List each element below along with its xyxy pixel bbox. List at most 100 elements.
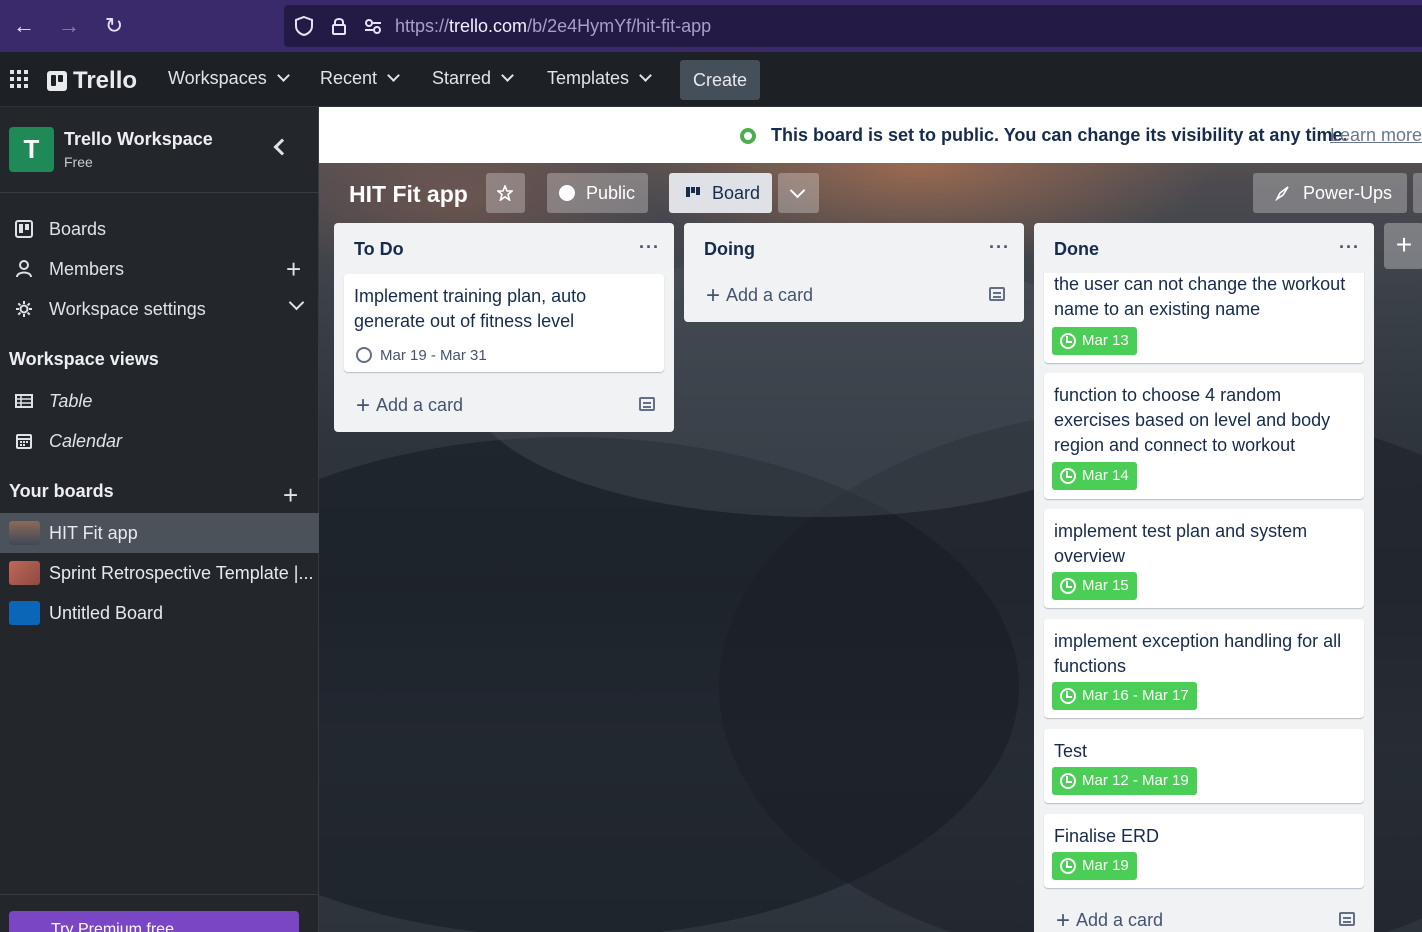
workspace-avatar[interactable]: T: [9, 127, 54, 172]
power-ups-button[interactable]: Power-Ups: [1253, 173, 1407, 213]
menu-workspaces[interactable]: Workspaces: [168, 68, 290, 89]
address-bar[interactable]: https://trello.com/b/2e4HymYf/hit-fit-ap…: [284, 5, 1422, 47]
board-name: HIT Fit app: [49, 523, 138, 543]
reload-icon[interactable]: ↻: [102, 14, 126, 38]
list-actions-icon[interactable]: ···: [1339, 237, 1360, 258]
learn-more-link[interactable]: Learn more: [1330, 125, 1422, 146]
card[interactable]: implement test plan and system overview …: [1044, 509, 1364, 608]
add-card-button[interactable]: + Add a card: [1056, 905, 1163, 932]
sidebar-item-label: Table: [49, 391, 93, 411]
list-title[interactable]: Done: [1054, 239, 1099, 260]
sidebar-item-workspace-settings[interactable]: Workspace settings: [0, 291, 319, 327]
workspace-plan: Free: [64, 154, 93, 170]
add-card-button[interactable]: + Add a card: [356, 390, 464, 419]
view-switcher-button[interactable]: [778, 173, 819, 213]
url-host: trello.com: [449, 16, 528, 36]
table-icon: [15, 394, 33, 408]
menu-templates-label: Templates: [547, 68, 630, 88]
due-date-badge: Mar 19: [1052, 852, 1137, 880]
sidebar-item-boards[interactable]: Boards: [0, 211, 319, 247]
list-title[interactable]: To Do: [354, 239, 404, 260]
due-date-text: Mar 15: [1082, 577, 1129, 594]
browser-toolbar: ← → ↻ https://trello.com/b/2e4HymYf/hit-…: [0, 0, 1422, 52]
sidebar-board-sprint-retrospective[interactable]: Sprint Retrospective Template |...: [0, 553, 319, 593]
add-card-button[interactable]: + Add a card: [706, 280, 814, 309]
menu-templates[interactable]: Templates: [547, 68, 652, 89]
globe-icon: [559, 185, 575, 201]
card-title: Test: [1054, 741, 1088, 761]
card-title: implement exception handling for all fun…: [1054, 631, 1342, 676]
trello-logo-text: Trello: [73, 67, 138, 94]
try-premium-button[interactable]: Try Premium free: [9, 911, 299, 932]
board-menu-button[interactable]: [1413, 173, 1422, 213]
list-done: Done ··· the user can not change the wor…: [1034, 223, 1374, 932]
clock-icon: [1060, 468, 1076, 484]
create-board-plus-icon[interactable]: +: [283, 482, 298, 508]
due-date-text: Mar 14: [1082, 467, 1129, 484]
sidebar-item-calendar[interactable]: Calendar: [0, 423, 319, 459]
chevron-down-icon[interactable]: [288, 294, 305, 311]
create-button[interactable]: Create: [680, 60, 760, 100]
sidebar-board-hit-fit-app[interactable]: HIT Fit app: [0, 513, 319, 553]
url-prefix: https://: [395, 16, 450, 36]
card[interactable]: the user can not change the workout name…: [1044, 273, 1364, 363]
add-member-plus-icon[interactable]: +: [286, 256, 301, 282]
due-date-text: Mar 12 - Mar 19: [1082, 772, 1189, 789]
chevron-down-icon: [501, 69, 514, 82]
back-arrow-icon[interactable]: ←: [12, 14, 36, 38]
star-board-button[interactable]: [486, 173, 525, 213]
add-card-label: Add a card: [726, 285, 814, 305]
card-template-icon[interactable]: [989, 287, 1005, 301]
visibility-label: Public: [586, 183, 636, 203]
card-title: Finalise ERD: [1054, 826, 1160, 846]
sidebar-item-table[interactable]: Table: [0, 383, 319, 419]
globe-icon: [740, 128, 756, 144]
permissions-icon[interactable]: [362, 15, 384, 37]
star-icon: [497, 185, 513, 201]
card-title: implement test plan and system overview: [1054, 521, 1308, 566]
menu-recent-label: Recent: [320, 68, 378, 88]
board-thumbnail: [9, 521, 40, 545]
menu-recent[interactable]: Recent: [320, 68, 400, 89]
card-due-date: Mar 19 - Mar 31: [356, 344, 487, 364]
list-done-cards-scroll[interactable]: the user can not change the workout name…: [1034, 273, 1374, 932]
menu-workspaces-label: Workspaces: [168, 68, 267, 88]
add-card-label: Add a card: [376, 395, 464, 415]
card[interactable]: Test Mar 12 - Mar 19: [1044, 729, 1364, 803]
sidebar-item-members[interactable]: Members +: [0, 251, 319, 287]
plus-icon: +: [1056, 907, 1071, 932]
list-to-do: To Do ··· Implement training plan, auto …: [334, 223, 674, 432]
card-template-icon[interactable]: [1339, 912, 1355, 926]
card[interactable]: implement exception handling for all fun…: [1044, 619, 1364, 718]
list-doing: Doing ··· + Add a card: [684, 223, 1024, 322]
card[interactable]: function to choose 4 random exercises ba…: [1044, 373, 1364, 499]
list-actions-icon[interactable]: ···: [989, 237, 1010, 258]
card-title: the user can not change the workout name…: [1054, 274, 1346, 319]
sidebar-board-untitled[interactable]: Untitled Board: [0, 593, 319, 633]
calendar-icon: [16, 434, 32, 449]
power-ups-label: Power-Ups: [1303, 183, 1393, 203]
forward-arrow-icon[interactable]: →: [57, 14, 81, 38]
card-title: function to choose 4 random exercises ba…: [1054, 385, 1331, 455]
board-view-button[interactable]: Board: [669, 173, 772, 213]
chevron-down-icon: [276, 69, 290, 82]
card[interactable]: Implement training plan, auto generate o…: [344, 274, 664, 372]
due-date-text: Mar 16 - Mar 17: [1082, 687, 1189, 704]
trello-logo[interactable]: Trello: [47, 67, 137, 95]
plus-icon: +: [706, 282, 721, 309]
add-card-label: Add a card: [1076, 910, 1164, 930]
add-list-button[interactable]: +: [1384, 223, 1422, 269]
app-switcher-icon[interactable]: [10, 70, 28, 88]
card-template-icon[interactable]: [639, 397, 655, 411]
list-title[interactable]: Doing: [704, 239, 755, 260]
list-actions-icon[interactable]: ···: [639, 237, 660, 258]
collapse-sidebar-icon[interactable]: [273, 138, 291, 156]
menu-starred[interactable]: Starred: [432, 68, 514, 89]
visibility-button[interactable]: Public: [547, 173, 648, 213]
card[interactable]: Finalise ERD Mar 19: [1044, 814, 1364, 888]
clock-icon: [1060, 858, 1076, 874]
url-path: /b/2e4HymYf/hit-fit-app: [527, 16, 712, 36]
board-title[interactable]: HIT Fit app: [349, 181, 468, 208]
sidebar-item-label: Members: [49, 259, 125, 279]
your-boards-row: +: [0, 477, 319, 508]
